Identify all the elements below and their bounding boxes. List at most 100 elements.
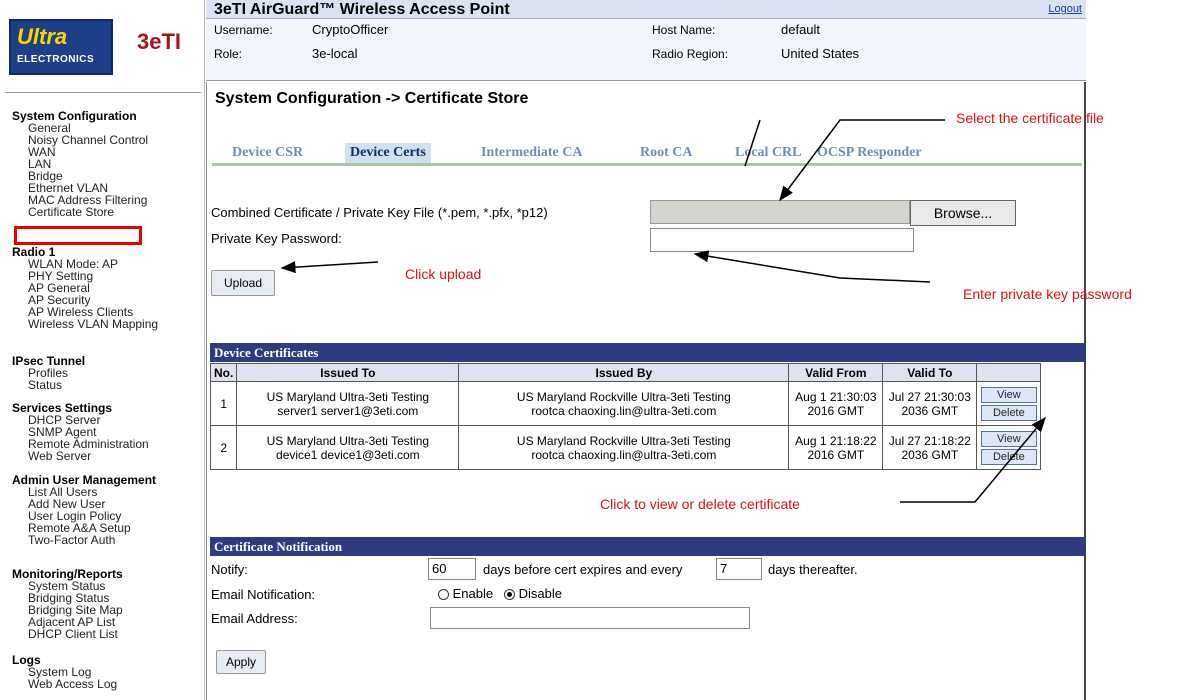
valid-from-line2: 2016 GMT (807, 403, 865, 418)
valid-from-line2: 2016 GMT (807, 447, 865, 462)
tab-intermediate-ca[interactable]: Intermediate CA (481, 145, 582, 161)
cell-issued-by: US Maryland Rockville Ultra-3eti Testing… (458, 425, 790, 470)
username-value: CryptoOfficer (312, 22, 389, 37)
table-row: 2 US Maryland Ultra-3eti Testing device1 … (209, 425, 1042, 470)
days-thereafter-text: days thereafter. (768, 562, 858, 577)
email-address-label: Email Address: (211, 611, 298, 626)
private-key-password-input[interactable] (650, 228, 914, 252)
logo-text-ultra: Ultra (17, 24, 68, 49)
cell-issued-to: US Maryland Ultra-3eti Testing server1 se… (236, 381, 460, 426)
column-header-valid-from: Valid From (788, 363, 884, 382)
table-row: 1 US Maryland Ultra-3eti Testing server1 … (209, 381, 1042, 426)
tab-device-csr[interactable]: Device CSR (232, 145, 303, 161)
annotation-view-delete: Click to view or delete certificate (600, 496, 800, 512)
nav-item-certificate-store[interactable]: Certificate Store (12, 206, 202, 218)
valid-to-line2: 2036 GMT (901, 447, 959, 462)
delete-button[interactable]: Delete (980, 448, 1037, 465)
nav-item-web-access-log[interactable]: Web Access Log (12, 678, 202, 690)
disable-radio[interactable] (503, 589, 515, 601)
column-header-issued-by: Issued By (458, 363, 790, 382)
hostname-value: default (781, 22, 821, 37)
delete-button[interactable]: Delete (980, 404, 1037, 421)
device-certificates-table: No. Issued To Issued By Valid From Valid… (209, 363, 1042, 470)
nav-section-radio1: Radio 1 WLAN Mode: AP PHY Setting AP Gen… (12, 246, 202, 330)
tab-ocsp-responder[interactable]: OCSP Responder (817, 145, 922, 161)
column-header-valid-to: Valid To (882, 363, 978, 382)
cell-actions: View Delete (976, 425, 1042, 470)
issued-to-line2: server1 server1@3eti.com (277, 403, 419, 418)
private-key-password-label: Private Key Password: (211, 231, 342, 246)
valid-to-line1: Jul 27 21:18:22 (888, 433, 971, 448)
repeat-days-input[interactable]: 7 (716, 558, 762, 580)
cell-issued-by: US Maryland Rockville Ultra-3eti Testing… (458, 381, 790, 426)
annotation-click-upload: Click upload (405, 266, 482, 282)
annotation-select-file: Select the certificate file (956, 110, 1104, 126)
cell-valid-from: Aug 1 21:30:03 2016 GMT (788, 381, 884, 426)
column-header-actions (976, 363, 1042, 382)
valid-to-line1: Jul 27 21:30:03 (888, 389, 971, 404)
annotation-enter-password: Enter private key password (963, 286, 1132, 302)
nav-section-system-config: System Configuration General Noisy Chann… (12, 110, 202, 218)
issued-by-line2: rootca chaoxing.lin@ultra-3eti.com (531, 447, 717, 462)
email-notification-label: Email Notification: (211, 587, 316, 602)
column-header-issued-to: Issued To (236, 363, 460, 382)
tab-device-certs[interactable]: Device Certs (345, 143, 431, 163)
brand-3eti-logo: 3eTI (137, 29, 182, 54)
cell-valid-from: Aug 1 21:18:22 2016 GMT (788, 425, 884, 470)
issued-by-line1: US Maryland Rockville Ultra-3eti Testing (516, 389, 731, 404)
nav-item-status[interactable]: Status (12, 379, 202, 391)
username-label: Username: (214, 23, 273, 37)
disable-radio-label: Disable (518, 586, 562, 601)
issued-to-line1: US Maryland Ultra-3eti Testing (266, 389, 430, 404)
enable-radio-label: Enable (452, 586, 494, 601)
certificate-notification-header: Certificate Notification (210, 537, 1086, 556)
nav-section-services: Services Settings DHCP Server SNMP Agent… (12, 402, 202, 462)
valid-from-line1: Aug 1 21:30:03 (795, 389, 877, 404)
apply-button[interactable]: Apply (216, 650, 266, 674)
session-info-bar: Username: CryptoOfficer Role: 3e-local H… (206, 19, 1086, 81)
valid-to-line2: 2036 GMT (901, 403, 959, 418)
tab-local-crl[interactable]: Local CRL (735, 145, 802, 161)
ultra-electronics-logo: Ultra ELECTRONICS (9, 19, 113, 75)
device-certificates-header: Device Certificates (210, 343, 1086, 362)
nav-item-two-factor[interactable]: Two-Factor Auth (12, 534, 202, 546)
issued-to-line1: US Maryland Ultra-3eti Testing (266, 433, 430, 448)
header-bar: 3eTI AirGuard™ Wireless Access Point Log… (206, 0, 1086, 19)
logo-area: Ultra ELECTRONICS 3eTI (5, 5, 201, 93)
radio-region-value: United States (781, 46, 860, 61)
enable-radio[interactable] (438, 589, 449, 601)
logout-link[interactable]: Logout (1048, 3, 1082, 15)
email-address-input[interactable] (430, 607, 750, 629)
tab-root-ca[interactable]: Root CA (640, 145, 693, 161)
days-before-text: days before cert expires and every (483, 562, 683, 577)
valid-from-line1: Aug 1 21:18:22 (795, 433, 877, 448)
cell-valid-to: Jul 27 21:30:03 2036 GMT (882, 381, 978, 426)
issued-by-line1: US Maryland Rockville Ultra-3eti Testing (516, 433, 731, 448)
sidebar-nav: Ultra ELECTRONICS 3eTI System Configurat… (0, 0, 205, 700)
view-button[interactable]: View (980, 386, 1037, 403)
role-value: 3e-local (312, 46, 358, 61)
view-button[interactable]: View (980, 430, 1037, 447)
upload-button[interactable]: Upload (211, 270, 275, 296)
notify-days-input[interactable]: 60 (428, 558, 476, 580)
role-label: Role: (214, 47, 243, 61)
logo-text-electronics: ELECTRONICS (17, 54, 95, 65)
cell-issued-to: US Maryland Ultra-3eti Testing device1 de… (236, 425, 460, 470)
email-notification-options: Enable Disable (438, 586, 562, 601)
nav-item-web-server[interactable]: Web Server (12, 450, 202, 462)
cert-file-input[interactable] (650, 200, 910, 224)
app-title: 3eTI AirGuard™ Wireless Access Point (214, 1, 510, 18)
browse-button[interactable]: Browse... (910, 200, 1016, 226)
nav-section-admin-users: Admin User Management List All Users Add… (12, 474, 202, 546)
issued-to-line2: device1 device1@3eti.com (276, 447, 420, 462)
tab-underline (212, 163, 1082, 166)
nav-item-dhcp-client-list[interactable]: DHCP Client List (12, 628, 202, 640)
column-header-no: No. (209, 363, 238, 382)
nav-section-monitoring: Monitoring/Reports System Status Bridgin… (12, 568, 202, 640)
cell-no: 2 (209, 425, 238, 470)
nav-section-ipsec: IPsec Tunnel Profiles Status (12, 355, 202, 391)
issued-by-line2: rootca chaoxing.lin@ultra-3eti.com (531, 403, 717, 418)
certificate-store-highlight-box (14, 226, 142, 245)
nav-item-wireless-vlan-mapping[interactable]: Wireless VLAN Mapping (12, 318, 202, 330)
page-title: System Configuration -> Certificate Stor… (215, 90, 529, 107)
